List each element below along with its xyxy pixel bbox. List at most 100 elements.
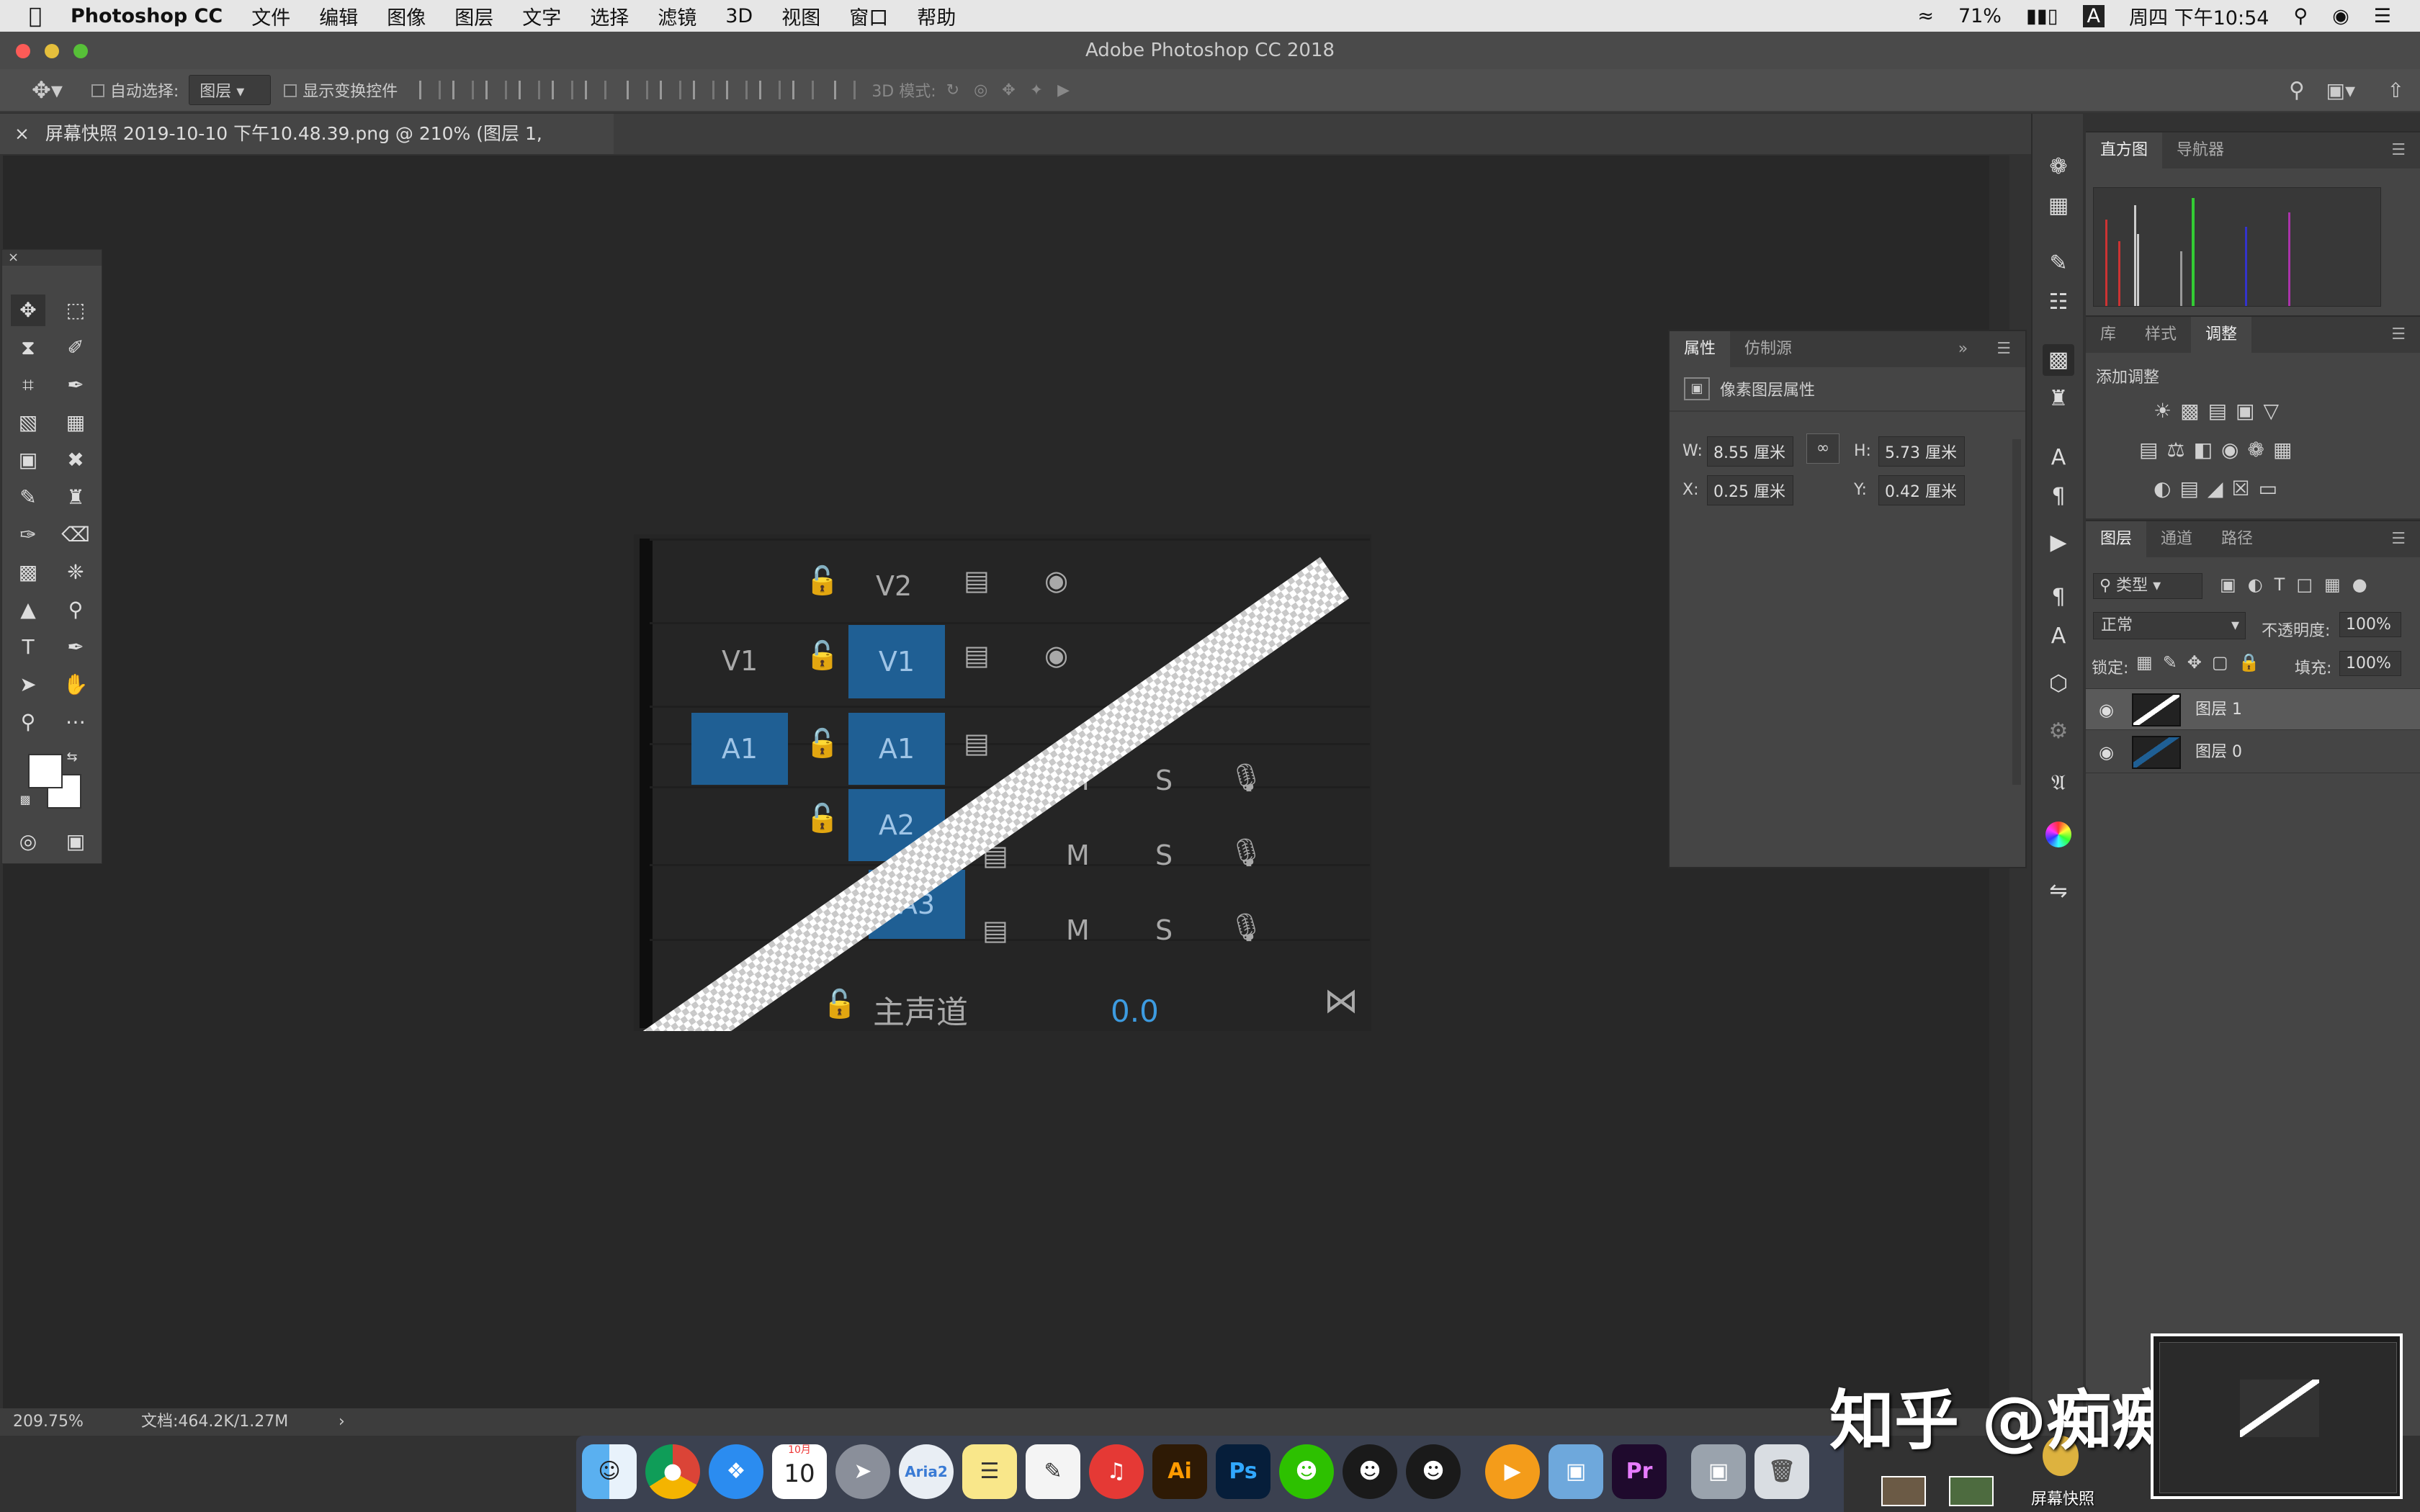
- trash-icon[interactable]: 🗑: [1754, 1444, 1809, 1499]
- adjustment-filter-icon[interactable]: ◐: [2248, 575, 2275, 595]
- color-wheel-icon[interactable]: [2043, 818, 2074, 850]
- desktop-file-label[interactable]: 屏幕快照: [2031, 1486, 2094, 1509]
- history-brush-icon[interactable]: ✑: [11, 519, 45, 551]
- properties-scrollbar[interactable]: [2012, 439, 2021, 785]
- opacity-field[interactable]: 100%: [2339, 612, 2401, 637]
- tab-adjustments[interactable]: 调整: [2191, 317, 2252, 353]
- glyphs-icon[interactable]: 𝔄: [2043, 768, 2074, 799]
- gradient-tool-icon[interactable]: ▩: [11, 557, 45, 588]
- menu-app-name[interactable]: Photoshop CC: [71, 5, 223, 27]
- screen-mode-icon[interactable]: ▣: [58, 826, 93, 858]
- eye-icon[interactable]: ◉: [2099, 732, 2114, 773]
- auto-select-dropdown[interactable]: 图层 ▾: [189, 75, 272, 105]
- selective-color-icon[interactable]: ☒: [2231, 477, 2258, 500]
- brightness-icon[interactable]: ☀: [2154, 399, 2180, 423]
- filter-toggle-icon[interactable]: ●: [2352, 575, 2379, 595]
- tab-styles[interactable]: 样式: [2130, 317, 2191, 353]
- sharpen-tool-icon[interactable]: ▲: [11, 594, 45, 626]
- close-tab-icon[interactable]: ×: [14, 123, 30, 144]
- aria2-icon[interactable]: Aria2: [899, 1444, 954, 1499]
- distribute-bottom-icon[interactable]: [693, 81, 715, 99]
- pen-tool-icon[interactable]: ✒: [58, 631, 93, 663]
- invert-icon[interactable]: ◐: [2154, 477, 2179, 500]
- tab-paths[interactable]: 路径: [2207, 521, 2267, 557]
- adjustment-presets-icon[interactable]: ⇋: [2043, 876, 2074, 907]
- menu-image[interactable]: 图像: [387, 2, 426, 30]
- chrome-icon[interactable]: ●: [645, 1444, 700, 1499]
- qq-secondary-icon[interactable]: ☻: [1406, 1444, 1461, 1499]
- menu-view[interactable]: 视图: [781, 2, 820, 30]
- expand-panel-icon[interactable]: »: [1944, 331, 1982, 367]
- lasso-tool-icon[interactable]: ⧗: [11, 332, 45, 364]
- tab-navigator[interactable]: 导航器: [2162, 132, 2238, 168]
- qq-icon[interactable]: ☻: [1343, 1444, 1397, 1499]
- eraser-tool-icon[interactable]: ⌫: [58, 519, 93, 551]
- panel-menu-icon[interactable]: ☰: [2377, 521, 2420, 557]
- spotlight-icon[interactable]: ⚲: [2293, 5, 2308, 27]
- close-icon[interactable]: ×: [8, 250, 19, 265]
- input-method-icon[interactable]: A: [2082, 4, 2105, 27]
- textedit-icon[interactable]: ✎: [1026, 1444, 1080, 1499]
- quick-select-tool-icon[interactable]: ✐: [58, 332, 93, 364]
- align-bottom-icon[interactable]: [485, 81, 508, 99]
- swatches-icon[interactable]: ▦: [2043, 190, 2074, 222]
- toolbox-header[interactable]: ×: [2, 250, 102, 266]
- eyedropper-tool-icon[interactable]: ✒: [58, 369, 93, 401]
- smart-object-filter-icon[interactable]: ▦: [2324, 575, 2352, 595]
- siri-icon[interactable]: ◉: [2332, 5, 2349, 27]
- desktop-thumbnail[interactable]: [1949, 1476, 1994, 1506]
- threshold-icon[interactable]: ◢: [2208, 477, 2232, 500]
- paragraph-styles-icon[interactable]: ¶: [2043, 582, 2074, 613]
- zoom-window-button[interactable]: [73, 44, 88, 58]
- character-icon[interactable]: A: [2043, 442, 2074, 474]
- wifi-icon[interactable]: ≈: [1917, 5, 1934, 27]
- foreground-color-swatch[interactable]: [28, 754, 63, 788]
- tab-histogram[interactable]: 直方图: [2086, 132, 2163, 168]
- link-dimensions-icon[interactable]: ∞: [1806, 433, 1839, 464]
- channel-mixer-icon[interactable]: ❁: [2247, 438, 2272, 462]
- color-lookup-icon[interactable]: ▦: [2273, 438, 2300, 462]
- actions-icon[interactable]: ▶: [2043, 527, 2074, 559]
- finder-icon[interactable]: ☺: [582, 1444, 637, 1499]
- menu-help[interactable]: 帮助: [917, 2, 956, 30]
- exposure-icon[interactable]: ▣: [2236, 399, 2263, 423]
- marquee-tool-icon[interactable]: ⬚: [58, 294, 93, 326]
- eye-icon[interactable]: ◉: [2099, 689, 2114, 731]
- character-styles-icon[interactable]: A: [2043, 621, 2074, 652]
- desktop-thumbnail[interactable]: [1881, 1476, 1926, 1506]
- swap-colors-icon[interactable]: ⇆: [61, 747, 83, 768]
- path-select-tool-icon[interactable]: ➤: [11, 669, 45, 701]
- red-eye-tool-icon[interactable]: ✖: [58, 444, 93, 476]
- clone-source-icon[interactable]: ♜: [2043, 383, 2074, 415]
- fill-field[interactable]: 100%: [2339, 651, 2401, 676]
- x-field[interactable]: 0.25 厘米: [1707, 475, 1793, 505]
- align-hcenter-icon[interactable]: [552, 81, 574, 99]
- dodge-tool-icon[interactable]: ⚲: [58, 594, 93, 626]
- lock-pixels-icon[interactable]: ✎: [2163, 652, 2187, 672]
- posterize-icon[interactable]: ▤: [2179, 477, 2207, 500]
- document-image[interactable]: 🔓 V2 ▤ ◉ V1 🔓 V1 ▤ ◉ A1 🔓 A1 ▤ M S 🎙 🔓 A…: [634, 534, 1371, 1031]
- wechat-icon[interactable]: ☻: [1279, 1444, 1334, 1499]
- infuse-icon[interactable]: ▶: [1485, 1444, 1540, 1499]
- workspace-icon[interactable]: ▣▾: [2326, 78, 2355, 102]
- crop-tool-icon[interactable]: ⌗: [11, 369, 45, 401]
- quick-mask-icon[interactable]: ◎: [11, 826, 45, 858]
- menu-edit[interactable]: 编辑: [319, 2, 358, 30]
- paragraph-icon[interactable]: ¶: [2043, 481, 2074, 513]
- menu-type[interactable]: 文字: [522, 2, 561, 30]
- type-filter-icon[interactable]: T: [2275, 575, 2297, 595]
- calendar-icon[interactable]: 10月 10: [772, 1444, 827, 1499]
- align-right-icon[interactable]: [585, 81, 607, 99]
- premiere-icon[interactable]: Pr: [1612, 1444, 1667, 1499]
- tab-channels[interactable]: 通道: [2146, 521, 2207, 557]
- distribute-top-icon[interactable]: [627, 81, 649, 99]
- content-aware-move-icon[interactable]: ▣: [11, 444, 45, 476]
- apple-icon[interactable]: : [29, 4, 42, 29]
- tab-properties[interactable]: 属性: [1670, 331, 1731, 367]
- properties-icon[interactable]: ▩: [2043, 344, 2074, 376]
- share-icon[interactable]: ⇧: [2388, 78, 2404, 102]
- document-tab[interactable]: × 屏幕快照 2019-10-10 下午10.48.39.png @ 210% …: [0, 114, 614, 184]
- lock-all-icon[interactable]: 🔒: [2238, 652, 2270, 672]
- timeline-icon[interactable]: ⚙: [2043, 716, 2074, 747]
- 3d-mode-icons[interactable]: ↻◎✥✦▶: [946, 81, 1084, 99]
